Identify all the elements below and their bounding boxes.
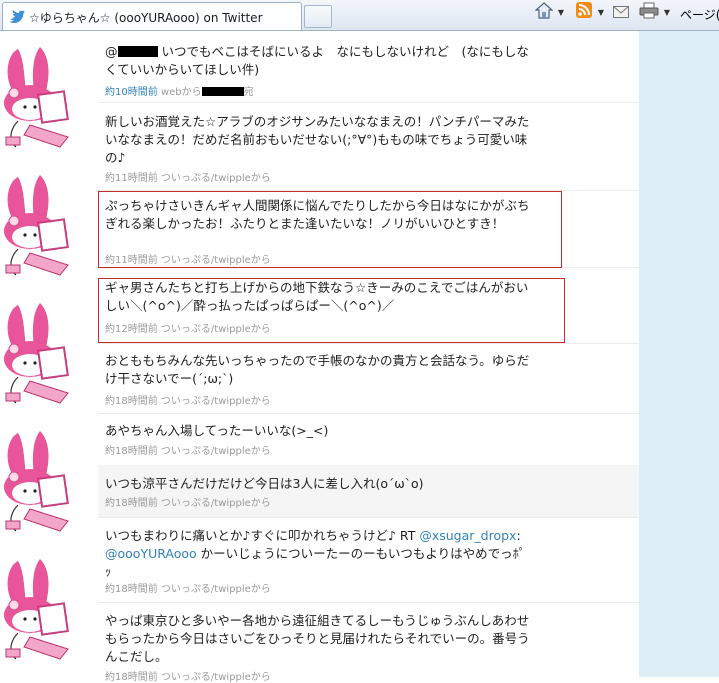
- mention-link[interactable]: @oooYURAooo: [105, 546, 197, 561]
- annotation-highlight-box: [98, 191, 562, 268]
- tweet-item: やっぱ東京ひと多いやー各地から遠征組きてるしーもうじゅうぶんしあわせもらったから…: [98, 602, 639, 683]
- tweet-item: おとももちみんな先いっちゃったので手帳のなかの貴方と会話なう。ゆらだけ干さないで…: [98, 343, 639, 414]
- tweet-meta: 約18時間前 ついっぷる/twippleから: [105, 584, 271, 595]
- rss-dropdown-chevron-icon[interactable]: ▼: [596, 0, 606, 24]
- print-button[interactable]: [638, 0, 660, 24]
- new-tab-button[interactable]: [304, 5, 332, 28]
- tweet-meta: 約18時間前 ついっぷる/twippleから: [105, 672, 271, 683]
- tweet-timestamp-link[interactable]: 約10時間前: [105, 87, 158, 98]
- redacted-username: [117, 46, 158, 57]
- tweet-meta: 約11時間前 ついっぷる/twippleから: [105, 173, 271, 184]
- tweet-text: いつもまわりに痛いとか♪すぐに叩かれちゃうけど♪ RT @xsugar_drop…: [105, 528, 526, 579]
- tweet-text: @ いつでもベこはそばにいるよ なにもしないけれど (なにもしなくていいからいて…: [105, 44, 529, 77]
- melody-computer-illustration: [4, 431, 69, 532]
- melody-computer-illustration: [4, 47, 69, 148]
- printer-icon: [639, 2, 659, 23]
- tab-title: ☆ゆらちゃん☆ (oooYURAooo) on Twitter: [29, 11, 263, 25]
- tweet-item: @ いつでもベこはそばにいるよ なにもしないけれど (なにもしなくていいからいて…: [98, 31, 639, 103]
- home-icon: [534, 1, 554, 23]
- tweet-text: あやちゃん入場してったーいいな(>_<): [105, 423, 329, 438]
- rss-feed-button[interactable]: [574, 0, 594, 24]
- sidebar-background: [639, 31, 719, 677]
- browser-tab-active[interactable]: ☆ゆらちゃん☆ (oooYURAooo) on Twitter: [2, 2, 302, 30]
- timeline-page: @ いつでもベこはそばにいるよ なにもしないけれど (なにもしなくていいからいて…: [0, 31, 639, 683]
- mail-icon: [613, 3, 629, 22]
- melody-computer-illustration: [4, 175, 69, 276]
- tweet-item: あやちゃん入場してったーいいな(>_<) 約18時間前 ついっぷる/twippl…: [98, 413, 639, 466]
- annotation-highlight-box: [98, 278, 565, 343]
- mail-button[interactable]: [612, 0, 630, 24]
- home-button[interactable]: [534, 0, 554, 24]
- profile-background-tiles: [0, 31, 86, 677]
- twitter-bird-icon: [9, 9, 25, 28]
- tweet-item: いつも涼平さんだけだけど今日は3人に差し入れ(o´ω`o) 約18時間前 ついっ…: [98, 465, 639, 518]
- print-dropdown-chevron-icon[interactable]: ▼: [662, 0, 672, 24]
- mention-link[interactable]: @xsugar_dropx: [419, 528, 516, 543]
- browser-tab-bar: ☆ゆらちゃん☆ (oooYURAooo) on Twitter ▼ ▼ ▼ ペー…: [0, 0, 719, 31]
- tweet-meta: 約18時間前 ついっぷる/twippleから: [105, 498, 271, 509]
- tweet-text: いつも涼平さんだけだけど今日は3人に差し入れ(o´ω`o): [105, 476, 424, 491]
- tweet-meta: 約18時間前 ついっぷる/twippleから: [105, 396, 271, 407]
- tweet-item: 新しいお酒覚えた☆アラブのオジサンみたいななまえの！パンチパーマみたいななまえの…: [98, 102, 639, 191]
- page-menu-button[interactable]: ページ(P: [680, 6, 719, 23]
- melody-computer-illustration: [4, 303, 69, 404]
- tweet-text: やっぱ東京ひと多いやー各地から遠征組きてるしーもうじゅうぶんしあわせもらったから…: [105, 613, 530, 664]
- redacted-reply-target: [201, 87, 244, 96]
- tweet-text: おとももちみんな先いっちゃったので手帳のなかの貴方と会話なう。ゆらだけ干さないで…: [105, 353, 530, 386]
- melody-computer-illustration: [4, 559, 69, 660]
- rss-icon: [576, 2, 592, 22]
- tweet-meta: 約10時間前 webから宛: [105, 87, 254, 98]
- tweet-meta: 約18時間前 ついっぷる/twippleから: [105, 446, 271, 457]
- home-dropdown-chevron-icon[interactable]: ▼: [556, 0, 566, 24]
- tweet-item: いつもまわりに痛いとか♪すぐに叩かれちゃうけど♪ RT @xsugar_drop…: [98, 517, 639, 603]
- tweet-text: 新しいお酒覚えた☆アラブのオジサンみたいななまえの！パンチパーマみたいななまえの…: [105, 114, 530, 165]
